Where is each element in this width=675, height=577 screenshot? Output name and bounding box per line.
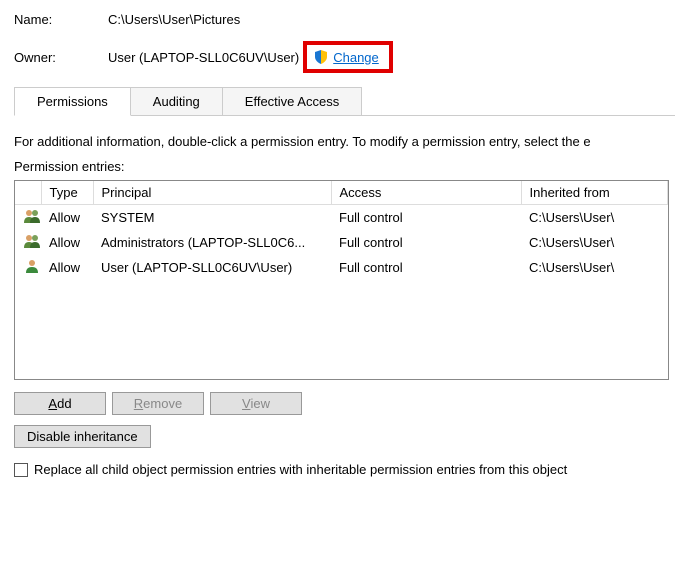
owner-label: Owner: (14, 50, 108, 65)
cell-access: Full control (331, 205, 521, 231)
cell-access: Full control (331, 255, 521, 280)
column-principal[interactable]: Principal (93, 181, 331, 205)
cell-principal: Administrators (LAPTOP-SLL0C6... (93, 230, 331, 255)
column-access[interactable]: Access (331, 181, 521, 205)
table-row[interactable]: Allow Administrators (LAPTOP-SLL0C6... F… (15, 230, 668, 255)
remove-button[interactable]: Remove (112, 392, 204, 415)
cell-principal: SYSTEM (93, 205, 331, 231)
tab-effective-access[interactable]: Effective Access (222, 87, 362, 116)
change-owner-link[interactable]: Change (333, 50, 379, 65)
permission-entries-table: Type Principal Access Inherited from All… (14, 180, 669, 380)
replace-child-checkbox[interactable] (14, 463, 28, 477)
name-value: C:\Users\User\Pictures (108, 12, 240, 27)
cell-type: Allow (41, 205, 93, 231)
table-row[interactable]: Allow SYSTEM Full control C:\Users\User\ (15, 205, 668, 231)
permission-entries-label: Permission entries: (14, 159, 675, 174)
cell-inherited: C:\Users\User\ (521, 255, 668, 280)
replace-child-label: Replace all child object permission entr… (34, 462, 567, 477)
column-inherited[interactable]: Inherited from (521, 181, 668, 205)
group-icon (23, 209, 41, 223)
cell-inherited: C:\Users\User\ (521, 230, 668, 255)
cell-inherited: C:\Users\User\ (521, 205, 668, 231)
tab-auditing[interactable]: Auditing (130, 87, 223, 116)
disable-inheritance-button[interactable]: Disable inheritance (14, 425, 151, 448)
add-button[interactable]: Add (14, 392, 106, 415)
tab-permissions[interactable]: Permissions (14, 87, 131, 116)
tabs: Permissions Auditing Effective Access (14, 87, 675, 116)
cell-type: Allow (41, 230, 93, 255)
column-type[interactable]: Type (41, 181, 93, 205)
group-icon (23, 234, 41, 248)
shield-icon (313, 49, 329, 65)
view-button[interactable]: View (210, 392, 302, 415)
change-owner-highlight: Change (303, 41, 393, 73)
table-row[interactable]: Allow User (LAPTOP-SLL0C6UV\User) Full c… (15, 255, 668, 280)
user-icon (23, 259, 41, 273)
cell-type: Allow (41, 255, 93, 280)
owner-value: User (LAPTOP-SLL0C6UV\User) (108, 50, 299, 65)
name-label: Name: (14, 12, 108, 27)
cell-principal: User (LAPTOP-SLL0C6UV\User) (93, 255, 331, 280)
cell-access: Full control (331, 230, 521, 255)
description-text: For additional information, double-click… (14, 134, 675, 149)
